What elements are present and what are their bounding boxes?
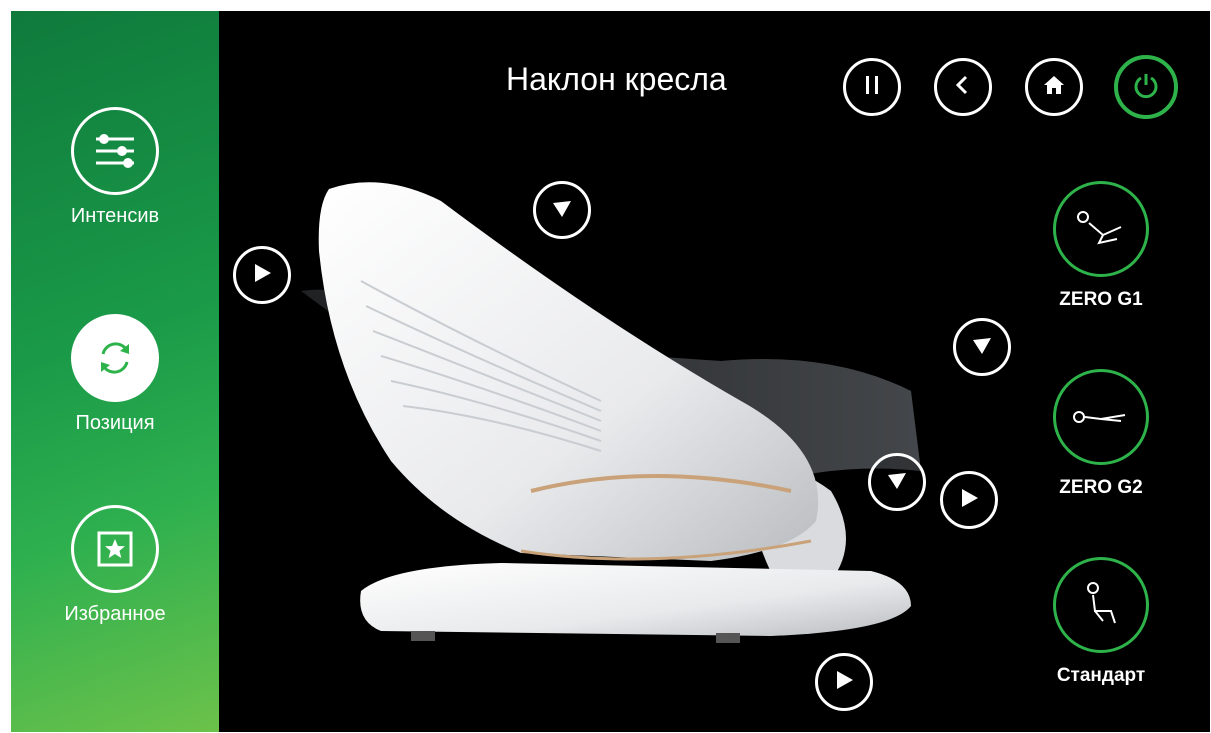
triangle-down-icon xyxy=(551,197,573,224)
pause-icon xyxy=(860,73,884,102)
headrest-forward-button[interactable] xyxy=(233,246,291,304)
massage-chair-illustration xyxy=(301,182,921,643)
home-icon xyxy=(1042,73,1066,102)
pause-button[interactable] xyxy=(843,58,901,116)
home-button[interactable] xyxy=(1025,58,1083,116)
preset-zero-g1-button[interactable]: ZERO G1 xyxy=(1041,181,1161,311)
triangle-down-icon xyxy=(971,334,993,361)
base-forward-button[interactable] xyxy=(815,653,873,711)
sidebar-item-label: Интенсив xyxy=(70,205,160,227)
power-icon xyxy=(1132,71,1160,104)
legrest-down-button[interactable] xyxy=(953,318,1011,376)
legrest-extend-down-button[interactable] xyxy=(868,453,926,511)
preset-label: ZERO G1 xyxy=(1059,289,1143,310)
zero-g1-icon xyxy=(1053,181,1149,277)
sidebar-item-favorites[interactable]: Избранное xyxy=(11,505,219,626)
legrest-extend-button[interactable] xyxy=(940,471,998,529)
back-icon xyxy=(951,73,975,102)
power-button[interactable] xyxy=(1114,55,1178,119)
preset-label: Стандарт xyxy=(1056,665,1146,686)
sidebar-item-position[interactable]: Позиция xyxy=(11,314,219,435)
back-button[interactable] xyxy=(934,58,992,116)
page-title: Наклон кресла xyxy=(506,61,727,97)
triangle-down-icon xyxy=(886,469,908,496)
triangle-right-icon xyxy=(958,487,980,514)
preset-zero-g2-button[interactable]: ZERO G2 xyxy=(1041,369,1161,499)
standard-seat-icon xyxy=(1053,557,1149,653)
app-screen: Интенсив Позиция Избранное Наклон кресла… xyxy=(11,11,1210,732)
triangle-right-icon xyxy=(251,262,273,289)
backrest-down-button[interactable] xyxy=(533,181,591,239)
preset-standard-button[interactable]: Стандарт xyxy=(1041,557,1161,687)
triangle-right-icon xyxy=(833,669,855,696)
sidebar: Интенсив Позиция Избранное xyxy=(11,11,219,732)
sidebar-item-intensity[interactable]: Интенсив xyxy=(11,107,219,228)
zero-g2-icon xyxy=(1053,369,1149,465)
sidebar-item-label: Позиция xyxy=(75,412,155,434)
sidebar-item-label: Избранное xyxy=(64,603,166,625)
preset-label: ZERO G2 xyxy=(1059,477,1143,498)
star-box-icon xyxy=(71,505,159,593)
sliders-icon xyxy=(71,107,159,195)
rotate-icon xyxy=(71,314,159,402)
